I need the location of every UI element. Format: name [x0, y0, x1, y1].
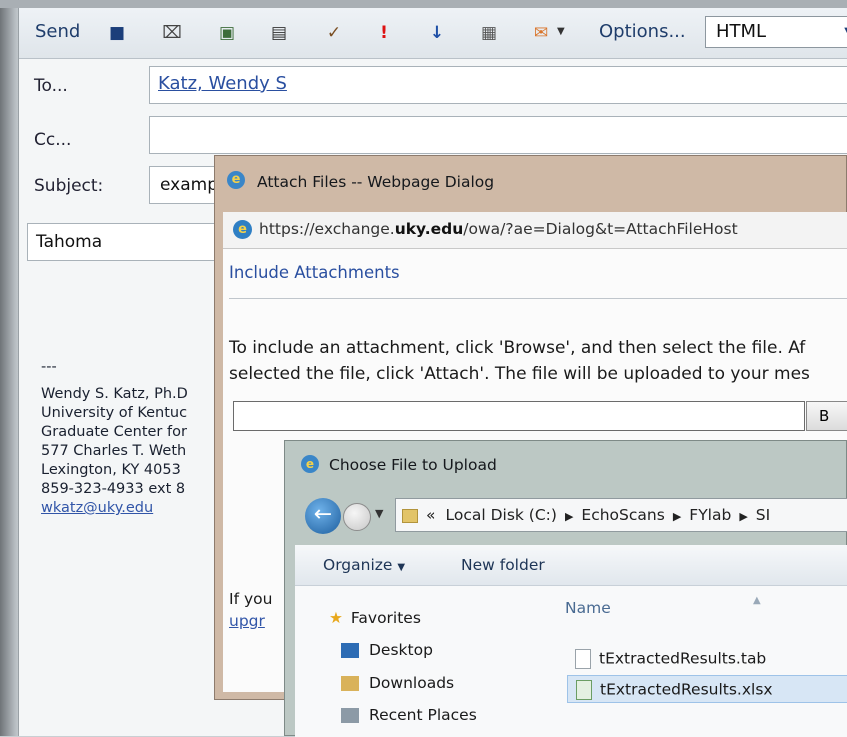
path-bar[interactable]: « Local Disk (C:) ▶ EchoScans ▶ FYlab ▶ SI — [395, 498, 847, 532]
to-recipient[interactable]: Katz, Wendy S — [150, 67, 847, 94]
organize-menu[interactable]: Organize ▼ — [323, 556, 405, 574]
address-bar: e https://exchange.uky.edu/owa/?ae=Dialo… — [223, 212, 847, 249]
organize-label: Organize — [323, 556, 393, 574]
sort-arrow-icon: ▲ — [753, 595, 761, 606]
low-importance-icon[interactable]: ↓ — [427, 23, 447, 43]
forward-button[interactable] — [343, 503, 371, 531]
section-title: Include Attachments — [229, 263, 400, 282]
signature-org: University of Kentuc — [41, 405, 188, 421]
instructions-line: To include an attachment, click 'Browse'… — [229, 338, 806, 358]
choose-file-dialog: e Choose File to Upload ← ▼ « Local Disk … — [284, 440, 847, 737]
instructions-line: selected the file, click 'Attach'. The f… — [229, 364, 810, 384]
file-browser: Organize ▼ New folder ★ Favorites Desktop… — [295, 545, 847, 737]
command-bar: Organize ▼ New folder — [295, 545, 847, 586]
nav-desktop[interactable]: Desktop — [341, 641, 433, 663]
signature-email-link[interactable]: wkatz@uky.edu — [41, 499, 188, 518]
font-select[interactable]: Tahoma — [27, 223, 237, 261]
address-book-icon[interactable]: ▤ — [269, 23, 289, 43]
nav-label: Favorites — [350, 609, 421, 627]
signature-icon[interactable]: ✉ — [531, 23, 551, 43]
url-path: /owa/?ae=Dialog&t=AttachFileHost — [463, 220, 738, 238]
file-icon — [575, 649, 591, 669]
to-button[interactable]: To... — [34, 76, 68, 96]
breadcrumb-item[interactable]: SI — [756, 506, 770, 524]
attach-instructions: To include an attachment, click 'Browse'… — [229, 335, 847, 387]
new-folder-button[interactable]: New folder — [461, 556, 545, 574]
nav-label: Desktop — [369, 641, 433, 659]
format-value: HTML — [716, 21, 767, 42]
dialog-title: Choose File to Upload — [329, 456, 497, 474]
chevron-right-icon: ▶ — [564, 510, 574, 523]
high-importance-icon[interactable]: ! — [374, 23, 394, 43]
file-row[interactable]: tExtractedResults.tab — [567, 645, 847, 673]
ie-icon: e — [233, 220, 252, 239]
ie-icon: e — [227, 171, 245, 189]
back-button[interactable]: ← — [305, 498, 341, 534]
chevron-down-icon[interactable]: ▼ — [557, 26, 565, 37]
format-select[interactable]: HTML ▼ — [705, 16, 847, 48]
chevron-down-icon: ▼ — [397, 562, 406, 573]
nav-label: Downloads — [369, 674, 455, 692]
upgrade-link[interactable]: upgr — [229, 610, 272, 632]
url-text: https://exchange.uky.edu/owa/?ae=Dialog&… — [259, 220, 738, 238]
to-field[interactable]: Katz, Wendy S — [149, 66, 847, 104]
file-name: tExtractedResults.xlsx — [600, 680, 773, 699]
signature-block: --- Wendy S. Katz, Ph.D University of Ke… — [41, 358, 188, 518]
compose-toolbar: Send ■ ⌧ ▣ ▤ ✓ ! ↓ ▦ ✉ ▼ Options... HTML… — [19, 8, 847, 59]
save-icon[interactable]: ■ — [107, 23, 127, 43]
upgrade-text: If you — [229, 590, 273, 608]
cc-button[interactable]: Cc... — [34, 130, 71, 150]
ie-icon: e — [301, 455, 319, 473]
cc-field[interactable] — [149, 116, 847, 154]
spreadsheet-icon — [576, 680, 592, 700]
downloads-icon — [341, 676, 359, 691]
desktop-icon — [341, 643, 359, 658]
file-row-selected[interactable]: tExtractedResults.xlsx — [567, 675, 847, 703]
name-column-header[interactable]: Name — [565, 599, 611, 617]
star-icon: ★ — [329, 609, 343, 627]
folder-icon — [402, 508, 418, 523]
nav-label: Recent Places — [369, 706, 477, 724]
browse-button[interactable]: B — [806, 401, 847, 431]
message-options-icon[interactable]: ▦ — [479, 23, 499, 43]
font-value: Tahoma — [36, 232, 103, 252]
send-button[interactable]: Send — [35, 21, 80, 42]
chevron-right-icon: ▶ — [672, 510, 682, 523]
nav-recent-places[interactable]: Recent Places — [341, 706, 477, 728]
signature-phone: 859-323-4933 ext 8 — [41, 481, 186, 497]
signature-city: Lexington, KY 4053 — [41, 462, 181, 478]
insert-image-icon[interactable]: ▣ — [217, 23, 237, 43]
signature-dept: Graduate Center for — [41, 424, 187, 440]
recent-locations-icon[interactable]: ▼ — [375, 507, 383, 520]
breadcrumb-overflow[interactable]: « — [426, 506, 435, 524]
dialog-title: Attach Files -- Webpage Dialog — [257, 173, 495, 191]
check-names-icon[interactable]: ✓ — [324, 23, 344, 43]
photo-edge-top — [0, 0, 847, 8]
nav-downloads[interactable]: Downloads — [341, 674, 454, 696]
url-domain: uky.edu — [394, 220, 464, 238]
breadcrumb-item[interactable]: Local Disk (C:) — [445, 506, 556, 524]
signature-name: Wendy S. Katz, Ph.D — [41, 386, 188, 402]
subject-label: Subject: — [34, 176, 104, 196]
nav-favorites[interactable]: ★ Favorites — [329, 609, 421, 631]
file-name: tExtractedResults.tab — [599, 649, 767, 668]
recent-places-icon — [341, 708, 359, 723]
chevron-right-icon: ▶ — [739, 510, 748, 523]
subject-value: examp — [160, 175, 218, 195]
url-prefix: https://exchange. — [259, 220, 395, 238]
browse-label: B — [819, 407, 830, 425]
paperclip-icon[interactable]: ⌧ — [162, 23, 182, 43]
file-path-input[interactable] — [233, 401, 805, 431]
upgrade-notice: If you upgr — [229, 588, 272, 632]
section-divider — [229, 298, 847, 299]
options-button[interactable]: Options... — [599, 21, 686, 42]
signature-street: 577 Charles T. Weth — [41, 443, 187, 459]
breadcrumb-item[interactable]: FYlab — [689, 506, 731, 524]
signature-separator: --- — [41, 359, 57, 375]
breadcrumb-item[interactable]: EchoScans — [581, 506, 664, 524]
